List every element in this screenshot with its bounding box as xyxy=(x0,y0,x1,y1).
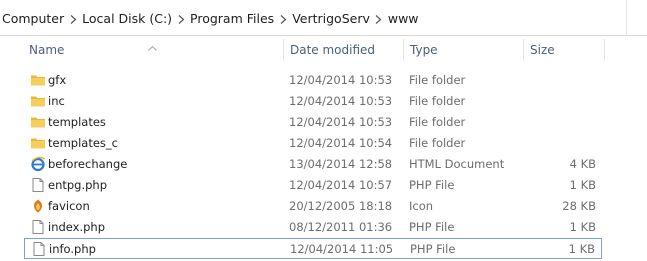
file-type: PHP File xyxy=(410,242,456,256)
chevron-right-icon[interactable] xyxy=(66,10,80,28)
file-type: File folder xyxy=(409,73,466,87)
file-name: gfx xyxy=(48,73,67,87)
file-type: PHP File xyxy=(409,220,455,234)
file-size: 4 KB xyxy=(569,157,596,171)
file-date: 08/12/2011 01:36 xyxy=(289,220,393,234)
file-date: 12/04/2014 10:53 xyxy=(289,73,393,87)
folder-icon xyxy=(30,135,46,151)
file-date: 13/04/2014 12:58 xyxy=(289,157,393,171)
file-date: 12/04/2014 10:54 xyxy=(289,136,393,150)
file-name: templates_c xyxy=(48,136,118,150)
folder-icon xyxy=(30,72,46,88)
breadcrumb-vertrigoserv[interactable]: VertrigoServ xyxy=(290,10,372,28)
list-item[interactable]: index.php 08/12/2011 01:36 PHP File 1 KB xyxy=(24,217,602,238)
file-size: 1 KB xyxy=(568,242,595,256)
folder-icon xyxy=(30,114,46,130)
list-item[interactable]: gfx 12/04/2014 10:53 File folder xyxy=(24,70,602,91)
breadcrumb-computer[interactable]: Computer xyxy=(0,10,66,28)
file-name: index.php xyxy=(48,220,106,234)
file-type: File folder xyxy=(409,115,466,129)
chevron-right-icon[interactable] xyxy=(174,10,188,28)
file-name: favicon xyxy=(48,199,90,213)
file-type: File folder xyxy=(409,136,466,150)
breadcrumb-program-files[interactable]: Program Files xyxy=(188,10,276,28)
address-bar[interactable]: Computer Local Disk (C:) Program Files V… xyxy=(0,0,647,36)
file-type: Icon xyxy=(409,199,434,213)
file-icon xyxy=(31,241,47,257)
list-item[interactable]: templates_c 12/04/2014 10:54 File folder xyxy=(24,133,602,154)
address-bar-divider xyxy=(626,0,627,36)
file-size: 1 KB xyxy=(569,178,596,192)
breadcrumb: Computer Local Disk (C:) Program Files V… xyxy=(0,10,421,28)
ie-html-icon xyxy=(30,156,46,172)
breadcrumb-local-disk[interactable]: Local Disk (C:) xyxy=(80,10,174,28)
column-divider[interactable] xyxy=(403,39,404,61)
file-name: beforechange xyxy=(48,157,128,171)
column-headers: Name Date modified Type Size xyxy=(0,37,647,63)
file-icon xyxy=(30,219,46,235)
column-header-date[interactable]: Date modified xyxy=(290,43,375,57)
file-type: PHP File xyxy=(409,178,455,192)
list-item[interactable]: templates 12/04/2014 10:53 File folder xyxy=(24,112,602,133)
file-type: File folder xyxy=(409,94,466,108)
chevron-right-icon[interactable] xyxy=(276,10,290,28)
file-date: 12/04/2014 11:05 xyxy=(290,242,394,256)
column-header-size[interactable]: Size xyxy=(530,43,555,57)
list-item[interactable]: inc 12/04/2014 10:53 File folder xyxy=(24,91,602,112)
sort-ascending-icon xyxy=(148,40,157,54)
file-size: 28 KB xyxy=(562,199,596,213)
list-item-focused[interactable]: info.php 12/04/2014 11:05 PHP File 1 KB xyxy=(24,238,602,259)
column-divider[interactable] xyxy=(604,39,605,61)
folder-icon xyxy=(30,93,46,109)
file-name: info.php xyxy=(49,242,96,256)
file-icon xyxy=(30,177,46,193)
file-type: HTML Document xyxy=(409,157,505,171)
file-date: 12/04/2014 10:57 xyxy=(289,178,393,192)
file-date: 20/12/2005 18:18 xyxy=(289,199,393,213)
list-item[interactable]: favicon 20/12/2005 18:18 Icon 28 KB xyxy=(24,196,602,217)
file-name: inc xyxy=(48,94,65,108)
file-size: 1 KB xyxy=(569,220,596,234)
column-divider[interactable] xyxy=(283,39,284,61)
file-date: 12/04/2014 10:53 xyxy=(289,115,393,129)
breadcrumb-www[interactable]: www xyxy=(386,10,421,28)
list-item[interactable]: entpg.php 12/04/2014 10:57 PHP File 1 KB xyxy=(24,175,602,196)
list-item[interactable]: beforechange 13/04/2014 12:58 HTML Docum… xyxy=(24,154,602,175)
column-header-name[interactable]: Name xyxy=(29,43,64,57)
file-name: templates xyxy=(48,115,106,129)
column-header-type[interactable]: Type xyxy=(410,43,438,57)
chevron-right-icon[interactable] xyxy=(372,10,386,28)
column-divider[interactable] xyxy=(523,39,524,61)
favicon-icon xyxy=(30,198,46,214)
file-name: entpg.php xyxy=(48,178,108,192)
file-date: 12/04/2014 10:53 xyxy=(289,94,393,108)
